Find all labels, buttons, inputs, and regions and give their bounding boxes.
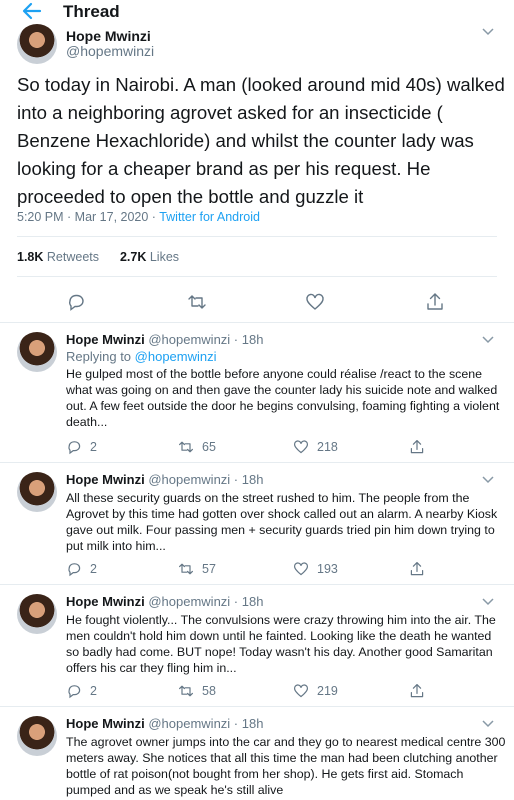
author-handle[interactable]: @hopemwinzi · 18h <box>148 594 263 609</box>
author-name[interactable]: Hope Mwinzi <box>66 332 145 347</box>
replying-to-label: Replying to <box>66 349 135 364</box>
replying-to: Replying to @hopemwinzi <box>66 349 217 364</box>
tweet-text: So today in Nairobi. A man (looked aroun… <box>17 74 505 207</box>
retweet-icon <box>179 563 193 575</box>
reply-header: Hope Mwinzi @hopemwinzi · 18h <box>66 472 263 487</box>
page-title: Thread <box>63 2 120 21</box>
author-handle[interactable]: @hopemwinzi · 18h <box>148 472 263 487</box>
retweet-button[interactable]: 58 <box>178 682 216 700</box>
retweet-icon <box>179 685 193 697</box>
divider <box>0 584 514 585</box>
reply-action-bar: 2 57 193 <box>66 560 466 578</box>
like-count: 218 <box>317 440 338 454</box>
reply-text: He fought violently... The convulsions w… <box>66 613 496 675</box>
reply-button[interactable]: 2 <box>66 438 97 456</box>
reply-header: Hope Mwinzi @hopemwinzi · 18h <box>66 716 263 731</box>
like-button[interactable]: 218 <box>293 438 338 456</box>
like-count: 219 <box>317 684 338 698</box>
author-name[interactable]: Hope Mwinzi <box>66 594 145 609</box>
chevron-down-icon[interactable] <box>482 336 494 344</box>
reply-count: 2 <box>90 440 97 454</box>
author-name[interactable]: Hope Mwinzi <box>66 716 145 731</box>
share-icon <box>410 440 424 454</box>
tweet-meta: 5:20 PM · Mar 17, 2020 · Twitter for And… <box>17 210 260 224</box>
share-icon <box>410 684 424 698</box>
author-name[interactable]: Hope Mwinzi <box>66 472 145 487</box>
divider <box>0 322 514 323</box>
retweet-count: 58 <box>202 684 216 698</box>
retweets-count[interactable]: 1.8K <box>17 250 43 264</box>
thread-header: Thread <box>0 0 514 24</box>
reply-action-bar: 2 58 219 <box>66 682 466 700</box>
share-icon[interactable] <box>425 292 445 312</box>
chevron-down-icon[interactable] <box>482 720 494 728</box>
like-button[interactable]: 219 <box>293 682 338 700</box>
like-icon[interactable] <box>305 292 325 312</box>
divider <box>0 462 514 463</box>
reply-header: Hope Mwinzi @hopemwinzi · 18h <box>66 594 263 609</box>
back-arrow-icon[interactable] <box>22 2 42 20</box>
likes-label[interactable]: Likes <box>150 250 179 264</box>
reply-count: 2 <box>90 684 97 698</box>
reply-button[interactable]: 2 <box>66 682 97 700</box>
reply-text: He gulped most of the bottle before anyo… <box>66 367 500 429</box>
likes-count[interactable]: 2.7K <box>120 250 146 264</box>
replying-to-handle[interactable]: @hopemwinzi <box>135 349 217 364</box>
retweet-count: 65 <box>202 440 216 454</box>
avatar[interactable] <box>17 594 57 634</box>
retweet-button[interactable]: 65 <box>178 438 216 456</box>
share-button[interactable] <box>409 682 433 700</box>
like-icon <box>294 440 308 454</box>
like-icon <box>294 562 308 576</box>
reply-header: Hope Mwinzi @hopemwinzi · 18h <box>66 332 263 347</box>
author-handle[interactable]: @hopemwinzi <box>66 43 154 59</box>
tweet-timestamp[interactable]: 5:20 PM · Mar 17, 2020 · <box>17 210 159 224</box>
reply-icon <box>68 441 81 455</box>
reply-icon[interactable] <box>66 292 86 312</box>
avatar[interactable] <box>17 716 57 756</box>
reply-button[interactable]: 2 <box>66 560 97 578</box>
avatar[interactable] <box>17 24 57 64</box>
chevron-down-icon[interactable] <box>482 476 494 484</box>
share-icon <box>410 562 424 576</box>
divider <box>17 276 497 277</box>
like-button[interactable]: 193 <box>293 560 338 578</box>
reply-icon <box>68 563 81 577</box>
retweet-icon[interactable] <box>187 292 207 312</box>
avatar[interactable] <box>17 472 57 512</box>
author-name[interactable]: Hope Mwinzi <box>66 28 151 44</box>
tweet-stats: 1.8K Retweets 2.7K Likes <box>17 250 179 264</box>
reply-action-bar: 2 65 218 <box>66 438 466 456</box>
reply-icon <box>68 685 81 699</box>
retweet-count: 57 <box>202 562 216 576</box>
chevron-down-icon[interactable] <box>482 28 494 36</box>
retweets-label[interactable]: Retweets <box>47 250 99 264</box>
main-action-bar <box>0 292 514 312</box>
like-icon <box>294 684 308 698</box>
share-button[interactable] <box>409 438 433 456</box>
avatar[interactable] <box>17 332 57 372</box>
divider <box>17 236 497 237</box>
retweet-icon <box>179 441 193 453</box>
retweet-button[interactable]: 57 <box>178 560 216 578</box>
author-handle[interactable]: @hopemwinzi · 18h <box>148 716 263 731</box>
like-count: 193 <box>317 562 338 576</box>
author-handle[interactable]: @hopemwinzi · 18h <box>148 332 263 347</box>
share-button[interactable] <box>409 560 433 578</box>
divider <box>0 706 514 707</box>
reply-text: All these security guards on the street … <box>66 491 498 553</box>
reply-count: 2 <box>90 562 97 576</box>
tweet-source-link[interactable]: Twitter for Android <box>159 210 260 224</box>
reply-text: The agrovet owner jumps into the car and… <box>66 735 506 797</box>
chevron-down-icon[interactable] <box>482 598 494 606</box>
